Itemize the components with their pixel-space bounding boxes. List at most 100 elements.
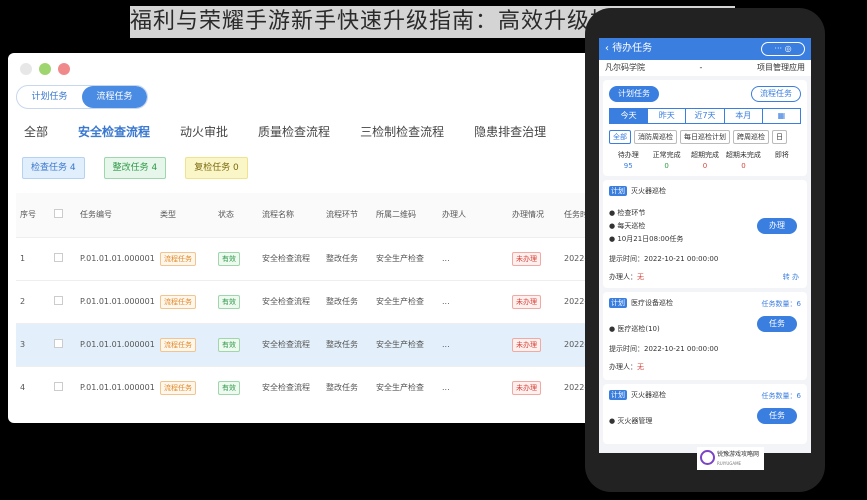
range-yesterday[interactable]: 昨天	[648, 109, 687, 123]
task-button[interactable]: 任务	[757, 408, 797, 424]
tab-quality-check[interactable]: 质量检查流程	[258, 123, 330, 140]
col-type: 类型	[156, 193, 214, 237]
chip-more[interactable]: 日	[772, 130, 787, 144]
row-index: 3	[16, 322, 50, 366]
plan-chips: 全部 消防周巡检 每日巡检计划 跨周巡检 日	[609, 130, 801, 144]
row-step: 整改任务	[322, 322, 372, 366]
tab-safety-check[interactable]: 安全检查流程	[78, 123, 150, 140]
row-name-link[interactable]: 安全检查流程	[258, 322, 322, 366]
stat-value: 0	[664, 162, 669, 170]
task-handler: 办理人：无	[609, 362, 801, 372]
row-code: P.01.01.01.000001	[76, 279, 156, 323]
pill-plan-task[interactable]: 计划任务	[609, 86, 659, 102]
row-handler: ...	[438, 279, 508, 323]
table-row[interactable]: 2 P.01.01.01.000001 流程任务 有效 安全检查流程 整改任务 …	[16, 279, 648, 323]
tab-three-check[interactable]: 三检制检查流程	[360, 123, 444, 140]
desktop-window: 计划任务 流程任务 全部 安全检查流程 动火审批 质量检查流程 三检制检查流程 …	[8, 53, 648, 423]
handle-button[interactable]: 办理	[757, 218, 797, 234]
table-row-selected[interactable]: 3 P.01.01.01.000001 流程任务 有效 安全检查流程 整改任务 …	[16, 322, 648, 366]
row-checkbox[interactable]	[54, 339, 63, 348]
row-checkbox[interactable]	[54, 382, 63, 392]
tab-hot-work[interactable]: 动火审批	[180, 123, 228, 140]
row-type: 流程任务	[156, 322, 214, 366]
row-step: 整改任务	[322, 279, 372, 323]
col-select[interactable]	[50, 193, 76, 237]
col-step: 流程环节	[322, 193, 372, 237]
chip-fire-weekly[interactable]: 消防周巡检	[634, 130, 677, 144]
task-time: 提示时间：2022-10-21 00:00:00	[609, 345, 719, 353]
status-tag: 有效	[218, 251, 240, 266]
stat-value: 0	[702, 162, 708, 170]
type-tag: 流程任务	[160, 294, 196, 309]
row-handler: ...	[438, 322, 508, 366]
row-select[interactable]	[50, 279, 76, 323]
row-type: 流程任务	[156, 279, 214, 323]
chip-daily[interactable]: 每日巡检计划	[680, 130, 730, 144]
plan-tag: 计划	[609, 186, 627, 196]
back-icon[interactable]: ‹	[605, 43, 609, 54]
row-qr: 安全生产检查	[372, 236, 438, 280]
window-dot[interactable]	[58, 63, 70, 75]
phone-screen: ‹ 待办任务 ··· ◎ 凡尔码学院 - 项目管理应用 计划任务 流程任务 今天…	[599, 38, 811, 453]
miniapp-capsule[interactable]: ··· ◎	[761, 42, 805, 56]
toggle-plan-task[interactable]: 计划任务	[17, 86, 82, 108]
task-time: 提示时间：2022-10-21 00:00:00	[609, 255, 719, 263]
row-name-link[interactable]: 安全检查流程	[258, 279, 322, 323]
pill-flow-task[interactable]: 流程任务	[751, 86, 801, 102]
range-today[interactable]: 今天	[610, 109, 649, 123]
task-button[interactable]: 任务	[757, 316, 797, 332]
stat-label: 超期完成	[691, 151, 720, 159]
stat-upcoming[interactable]: 即将	[763, 150, 801, 170]
task-card[interactable]: 计划 医疗设备巡检 任务数量：6 ● 医疗巡检(10) 任务 提示时间：2022-…	[603, 292, 807, 380]
check-task-badge[interactable]: 检查任务 4	[22, 157, 85, 179]
stat-overdue-done[interactable]: 超期完成 0	[686, 150, 724, 170]
task-card[interactable]: 计划 灭火器巡检 ● 检查环节 ● 每天巡检 ● 10月21日08:00任务 办理…	[603, 180, 807, 288]
stat-normal[interactable]: 正常完成 0	[647, 150, 685, 170]
range-7days[interactable]: 近7天	[686, 109, 725, 123]
row-select[interactable]	[50, 236, 76, 280]
window-dot[interactable]	[20, 63, 32, 75]
range-month[interactable]: 本月	[725, 109, 763, 123]
tab-all[interactable]: 全部	[24, 123, 48, 140]
row-select[interactable]	[50, 322, 76, 366]
row-step: 整改任务	[322, 365, 372, 409]
phone-navbar: ‹ 待办任务 ··· ◎	[599, 38, 811, 60]
chip-all[interactable]: 全部	[609, 130, 631, 144]
col-index: 序号	[16, 193, 50, 237]
window-dot[interactable]	[39, 63, 51, 75]
handler-value: 无	[637, 273, 644, 281]
chip-cross-week[interactable]: 跨周巡检	[733, 130, 769, 144]
row-checkbox[interactable]	[54, 253, 63, 262]
row-name-link[interactable]: 安全检查流程	[258, 365, 322, 409]
row-select[interactable]	[50, 365, 76, 409]
task-card[interactable]: 计划 灭火器巡检 任务数量：6 ● 灭火器管理 任务	[603, 384, 807, 444]
select-all-checkbox[interactable]	[54, 209, 63, 219]
row-name-link[interactable]: 安全检查流程	[258, 236, 322, 280]
handler-label: 办理人：	[609, 363, 637, 371]
stat-pending[interactable]: 待办理 95	[609, 150, 647, 170]
filter-card: 计划任务 流程任务 今天 昨天 近7天 本月 ▦ 全部 消防周巡检 每日巡检计划…	[603, 80, 807, 176]
recheck-task-badge[interactable]: 复检任务 0	[185, 157, 248, 179]
col-status: 状态	[214, 193, 258, 237]
watermark-name: 锐豫游戏攻略网	[717, 451, 760, 458]
table-row[interactable]: 4 P.01.01.01.000001 流程任务 有效 安全检查流程 整改任务 …	[16, 365, 648, 409]
row-index: 2	[16, 279, 50, 323]
phone-mockup: ‹ 待办任务 ··· ◎ 凡尔码学院 - 项目管理应用 计划任务 流程任务 今天…	[585, 8, 825, 492]
type-tag: 流程任务	[160, 337, 196, 352]
row-qr: 安全生产检查	[372, 279, 438, 323]
rectify-task-badge[interactable]: 整改任务 4	[103, 157, 167, 179]
task-line-text: 每天巡检	[617, 222, 646, 230]
phone-title: 待办任务	[612, 43, 653, 54]
transfer-button[interactable]: 转 办	[783, 272, 799, 282]
row-state: 未办理	[508, 236, 560, 280]
stat-overdue-undone[interactable]: 超期未完成 0	[724, 150, 762, 170]
row-status: 有效	[214, 365, 258, 409]
row-checkbox[interactable]	[54, 296, 63, 305]
table-row[interactable]: 1 P.01.01.01.000001 流程任务 有效 安全检查流程 整改任务 …	[16, 236, 648, 280]
tab-hazard[interactable]: 隐患排查治理	[474, 123, 546, 140]
task-line-text: 检查环节	[617, 209, 646, 217]
toggle-flow-task[interactable]: 流程任务	[82, 86, 147, 108]
task-line: ● 10月21日08:00任务	[609, 235, 684, 243]
calendar-icon[interactable]: ▦	[763, 109, 800, 123]
row-type: 流程任务	[156, 365, 214, 409]
